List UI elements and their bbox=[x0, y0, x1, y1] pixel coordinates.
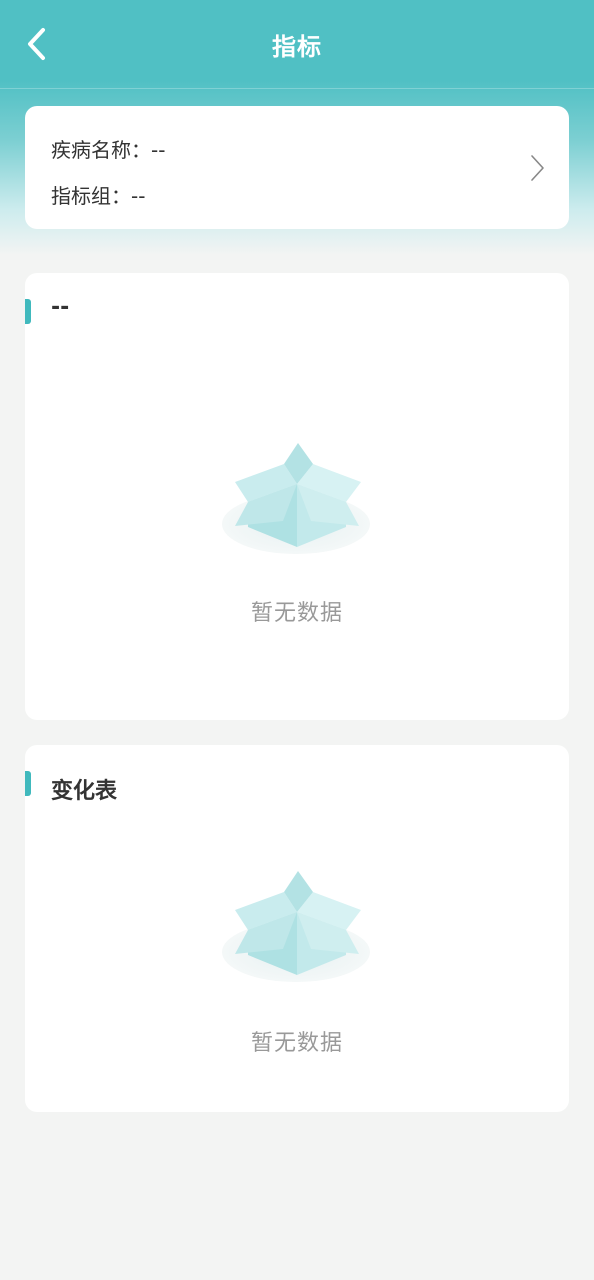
empty-box-icon bbox=[222, 443, 370, 554]
empty-box-icon bbox=[222, 871, 370, 982]
page-title: 指标 bbox=[272, 33, 322, 61]
section-accent-bar bbox=[25, 299, 31, 324]
change-table-panel: 变化表 暂无数据 bbox=[25, 745, 569, 1112]
disease-info-card[interactable]: 疾病名称：-- 指标组：-- bbox=[25, 106, 569, 229]
chevron-right-icon bbox=[531, 155, 544, 181]
panel-title: 变化表 bbox=[51, 779, 118, 804]
app-header: 指标 bbox=[0, 0, 594, 89]
empty-state-text: 暂无数据 bbox=[250, 1031, 343, 1056]
disease-name-text: 疾病名称：-- bbox=[51, 138, 166, 162]
section-accent-bar bbox=[25, 771, 31, 796]
panel-title: -- bbox=[51, 295, 70, 320]
indicator-panel: -- 暂无数据 bbox=[25, 273, 569, 720]
indicator-group-text: 指标组：-- bbox=[51, 184, 146, 208]
empty-state-text: 暂无数据 bbox=[250, 601, 343, 626]
